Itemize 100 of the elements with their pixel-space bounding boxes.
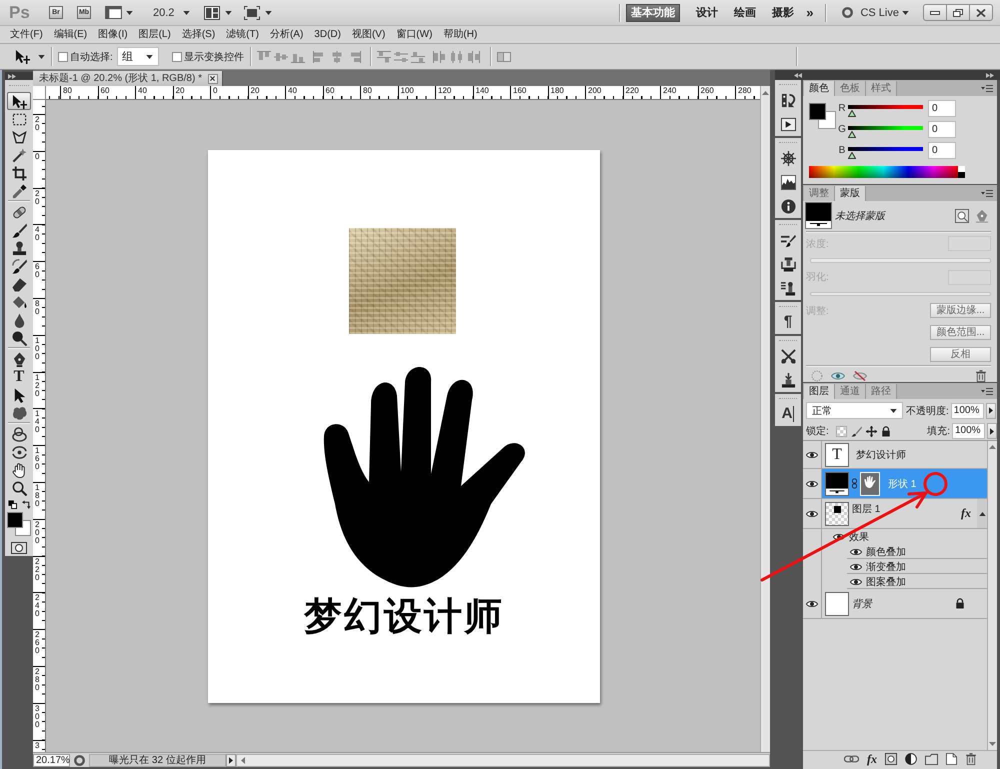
caret-icon[interactable]: [265, 10, 272, 14]
slider-thumb[interactable]: [848, 131, 856, 138]
menu-item[interactable]: 分析(A): [270, 27, 304, 42]
eye-icon[interactable]: [806, 510, 818, 518]
slider-track[interactable]: [810, 292, 991, 296]
eye-icon[interactable]: [850, 548, 862, 556]
menu-item[interactable]: 视图(V): [352, 27, 386, 42]
panel-tab[interactable]: 图层: [804, 384, 835, 399]
panel-button[interactable]: 反相: [930, 347, 991, 362]
fx-button[interactable]: fx: [867, 753, 877, 765]
restore-button[interactable]: [946, 4, 970, 21]
auto-align-icon[interactable]: [496, 50, 511, 62]
pixel-mask-icon[interactable]: [955, 208, 969, 222]
vertical-scrollbar[interactable]: [760, 100, 770, 752]
caret-icon[interactable]: [126, 10, 133, 14]
crossed-tools-icon[interactable]: [780, 348, 796, 364]
eye-icon[interactable]: [806, 480, 818, 488]
collapse-arrows-icon[interactable]: [794, 72, 802, 78]
panel-button[interactable]: 颜色范围...: [930, 325, 991, 340]
close-button[interactable]: [969, 4, 993, 21]
stamp-frame-icon[interactable]: [780, 256, 796, 272]
vertical-scrollbar[interactable]: [987, 441, 997, 750]
opacity-field[interactable]: 100%: [950, 402, 984, 418]
value-field[interactable]: 0: [928, 121, 956, 138]
menu-item[interactable]: 帮助(H): [443, 27, 478, 42]
panel-tab[interactable]: 色板: [835, 81, 866, 96]
menu-item[interactable]: 编辑(E): [54, 27, 88, 42]
expand-arrows-icon[interactable]: [986, 72, 994, 78]
document-tab[interactable]: 未标题-1 @ 20.2% (形状 1, RGB/8) *: [33, 71, 223, 86]
strip-arrow-icon[interactable]: [780, 92, 796, 108]
menu-item[interactable]: 图像(I): [98, 27, 128, 42]
horizontal-scrollbar[interactable]: [236, 754, 770, 766]
histogram-icon[interactable]: [780, 174, 796, 190]
swatch-pair-icon[interactable]: [809, 103, 836, 129]
tool-button[interactable]: [7, 92, 31, 110]
panel-tab[interactable]: 路径: [866, 384, 897, 399]
play-box-icon[interactable]: [780, 116, 796, 132]
blend-mode-dropdown[interactable]: 正常: [806, 402, 903, 419]
more-workspaces-button[interactable]: »: [806, 4, 814, 22]
slider-thumb[interactable]: [848, 110, 856, 117]
menu-item[interactable]: 图层(L): [138, 27, 171, 42]
value-field[interactable]: 0: [928, 142, 956, 159]
menu-item[interactable]: 文件(F): [10, 27, 43, 42]
character-button[interactable]: A: [782, 406, 794, 422]
tool-button[interactable]: T: [7, 368, 31, 386]
panel-tab[interactable]: 蒙版: [835, 186, 866, 201]
workspace-button[interactable]: 绘画: [734, 4, 756, 22]
pen-nib-icon[interactable]: [975, 208, 989, 222]
eye-icon[interactable]: [806, 600, 818, 608]
caret-icon[interactable]: [38, 54, 45, 58]
new-layer-icon[interactable]: [946, 753, 957, 765]
ring-icon[interactable]: [842, 7, 854, 18]
menu-item[interactable]: 滤镜(T): [226, 27, 259, 42]
fill-slider-button[interactable]: [987, 423, 997, 439]
workspace-button[interactable]: 基本功能: [626, 4, 680, 22]
eye-icon[interactable]: [833, 532, 845, 540]
zoom-dropdown[interactable]: 20.2: [153, 6, 190, 18]
slider-thumb[interactable]: [848, 152, 856, 159]
panel-tab[interactable]: 通道: [835, 384, 866, 399]
panel-menu-icon[interactable]: [981, 388, 993, 394]
brush-icon[interactable]: [850, 426, 862, 436]
workspace-button[interactable]: 设计: [696, 4, 718, 22]
stamp-arrow-icon[interactable]: [780, 372, 796, 388]
menu-item[interactable]: 窗口(W): [396, 27, 432, 42]
dotted-circle-icon[interactable]: [811, 370, 823, 382]
panel-menu-icon[interactable]: [981, 84, 993, 92]
eye-icon[interactable]: [806, 450, 818, 458]
trash-icon[interactable]: [965, 753, 977, 765]
quick-mask-icon[interactable]: [11, 542, 27, 554]
eye-icon[interactable]: [850, 578, 862, 586]
panel-tab[interactable]: 样式: [866, 81, 897, 96]
slider-track[interactable]: [810, 258, 991, 263]
caret-icon[interactable]: [225, 10, 232, 14]
tab-close-button[interactable]: [208, 74, 218, 84]
paragraph-button[interactable]: ¶: [784, 314, 792, 330]
trash-icon[interactable]: [975, 370, 987, 382]
swatch-pair-icon[interactable]: [7, 512, 31, 536]
layout-grid-icon[interactable]: [204, 6, 220, 20]
swap-arrows-icon[interactable]: [22, 500, 30, 509]
ruler-origin[interactable]: [33, 86, 46, 100]
zoom-field[interactable]: 20.17%: [33, 754, 70, 766]
fill-field[interactable]: 100%: [952, 423, 985, 439]
menu-item[interactable]: 选择(S): [182, 27, 216, 42]
checkbox[interactable]: [58, 52, 68, 62]
chain-link-icon[interactable]: [852, 478, 857, 489]
ruler-window-icon[interactable]: [105, 6, 122, 19]
ring-icon[interactable]: [74, 754, 85, 766]
collapse-arrow-icon[interactable]: [978, 512, 986, 516]
half-circle-icon[interactable]: [905, 753, 917, 765]
screen-frame-icon[interactable]: [244, 6, 260, 20]
minimize-button[interactable]: [923, 4, 947, 21]
workspace-button[interactable]: 摄影: [772, 4, 794, 22]
expand-arrows-icon[interactable]: [8, 74, 16, 78]
auto-select-dropdown[interactable]: 组: [116, 47, 159, 66]
lock-icon[interactable]: [880, 426, 891, 436]
status-menu-button[interactable]: [226, 754, 236, 766]
default-colors-icon[interactable]: [8, 500, 16, 509]
stamp-list-icon[interactable]: [780, 280, 796, 296]
checker-square-icon[interactable]: [836, 426, 847, 436]
ship-wheel-icon[interactable]: [780, 150, 796, 166]
